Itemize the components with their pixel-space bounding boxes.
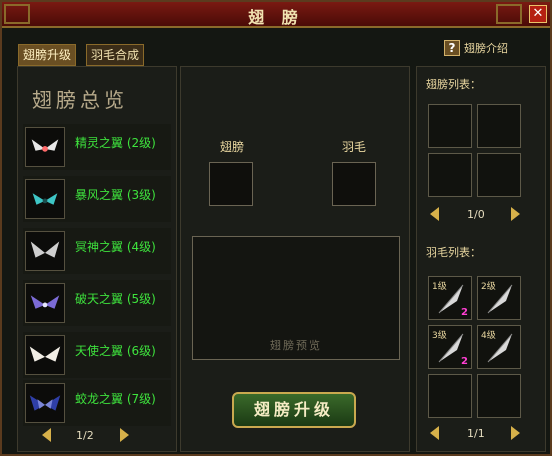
tab-wing-upgrade[interactable]: 翅膀升级 xyxy=(18,44,77,66)
wing-teal-icon xyxy=(25,179,65,219)
wing-purple-icon xyxy=(25,283,65,323)
feather-item[interactable]: 4级 xyxy=(477,325,521,369)
wing-preview-label: 翅膀预览 xyxy=(270,339,322,352)
wing-list-next-button[interactable] xyxy=(511,207,520,221)
feather-level: 4级 xyxy=(481,331,496,341)
feather-item[interactable]: 1级 2 xyxy=(428,276,472,320)
feather-item[interactable]: 2级 xyxy=(477,276,521,320)
feather-count: 2 xyxy=(461,356,468,367)
wing-list-slot[interactable] xyxy=(477,104,521,148)
wing-slot[interactable] xyxy=(209,162,253,206)
feather-list-heading: 羽毛列表： xyxy=(426,246,481,259)
wing-preview-box: 翅膀预览 xyxy=(192,236,400,360)
wing-list-item[interactable]: 蛟龙之翼 (7级) xyxy=(23,380,171,426)
feather-list-page-indicator: 1/1 xyxy=(467,427,485,440)
feather-list-prev-button[interactable] xyxy=(430,426,439,440)
wing-list-slot[interactable] xyxy=(428,104,472,148)
wing-list-slot[interactable] xyxy=(477,153,521,197)
wing-dragon-icon xyxy=(25,383,65,423)
feather-count: 2 xyxy=(461,307,468,318)
feather-slot[interactable] xyxy=(332,162,376,206)
feather-level: 3级 xyxy=(432,331,447,341)
upgrade-wing-button[interactable]: 翅膀升级 xyxy=(232,392,356,428)
tab-feather-synthesis[interactable]: 羽毛合成 xyxy=(86,44,145,66)
feather-level: 1级 xyxy=(432,282,447,292)
left-prev-page-button[interactable] xyxy=(42,428,51,442)
wing-slot-label: 翅膀 xyxy=(220,140,245,154)
wing-intro-label: 翅膀介绍 xyxy=(464,42,508,55)
feather-list-next-button[interactable] xyxy=(511,426,520,440)
feather-list-slot[interactable] xyxy=(428,374,472,418)
feather-level: 2级 xyxy=(481,282,496,292)
feather-slot-label: 羽毛 xyxy=(342,140,367,154)
feather-item[interactable]: 3级 2 xyxy=(428,325,472,369)
close-button[interactable]: ✕ xyxy=(529,5,547,23)
wing-list-prev-button[interactable] xyxy=(430,207,439,221)
left-next-page-button[interactable] xyxy=(120,428,129,442)
wing-list-item[interactable]: 冥神之翼 (4级) xyxy=(23,228,171,274)
wing-item-label: 精灵之翼 (2级) xyxy=(75,136,156,150)
wing-item-label: 暴风之翼 (3级) xyxy=(75,188,156,202)
wing-angel-icon xyxy=(25,335,65,375)
wing-item-label: 天使之翼 (6级) xyxy=(75,344,156,358)
wing-list-heading: 翅膀列表： xyxy=(426,78,481,91)
wing-item-label: 破天之翼 (5级) xyxy=(75,292,156,306)
wing-intro-button[interactable]: ? 翅膀介绍 xyxy=(444,38,508,58)
window-title: 翅 膀 xyxy=(248,8,304,27)
wing-white-icon xyxy=(25,127,65,167)
help-icon: ? xyxy=(444,40,460,56)
wing-overview-heading: 翅膀总览 xyxy=(32,88,128,112)
wing-list-item[interactable]: 天使之翼 (6级) xyxy=(23,332,171,378)
wing-item-label: 冥神之翼 (4级) xyxy=(75,240,156,254)
wing-item-label: 蛟龙之翼 (7级) xyxy=(75,392,156,406)
left-page-indicator: 1/2 xyxy=(76,429,94,442)
wing-silver-icon xyxy=(25,231,65,271)
wings-window: 翅 膀 ✕ 翅膀升级 羽毛合成 ? 翅膀介绍 翅膀总览 精灵之翼 (2级) 暴风… xyxy=(0,0,552,456)
wing-list-item[interactable]: 精灵之翼 (2级) xyxy=(23,124,171,170)
wing-list-page-indicator: 1/0 xyxy=(467,208,485,221)
feather-list-slot[interactable] xyxy=(477,374,521,418)
wing-list-item[interactable]: 破天之翼 (5级) xyxy=(23,280,171,326)
wing-list-item[interactable]: 暴风之翼 (3级) xyxy=(23,176,171,222)
wing-list-slot[interactable] xyxy=(428,153,472,197)
title-bar: 翅 膀 ✕ xyxy=(2,2,550,28)
